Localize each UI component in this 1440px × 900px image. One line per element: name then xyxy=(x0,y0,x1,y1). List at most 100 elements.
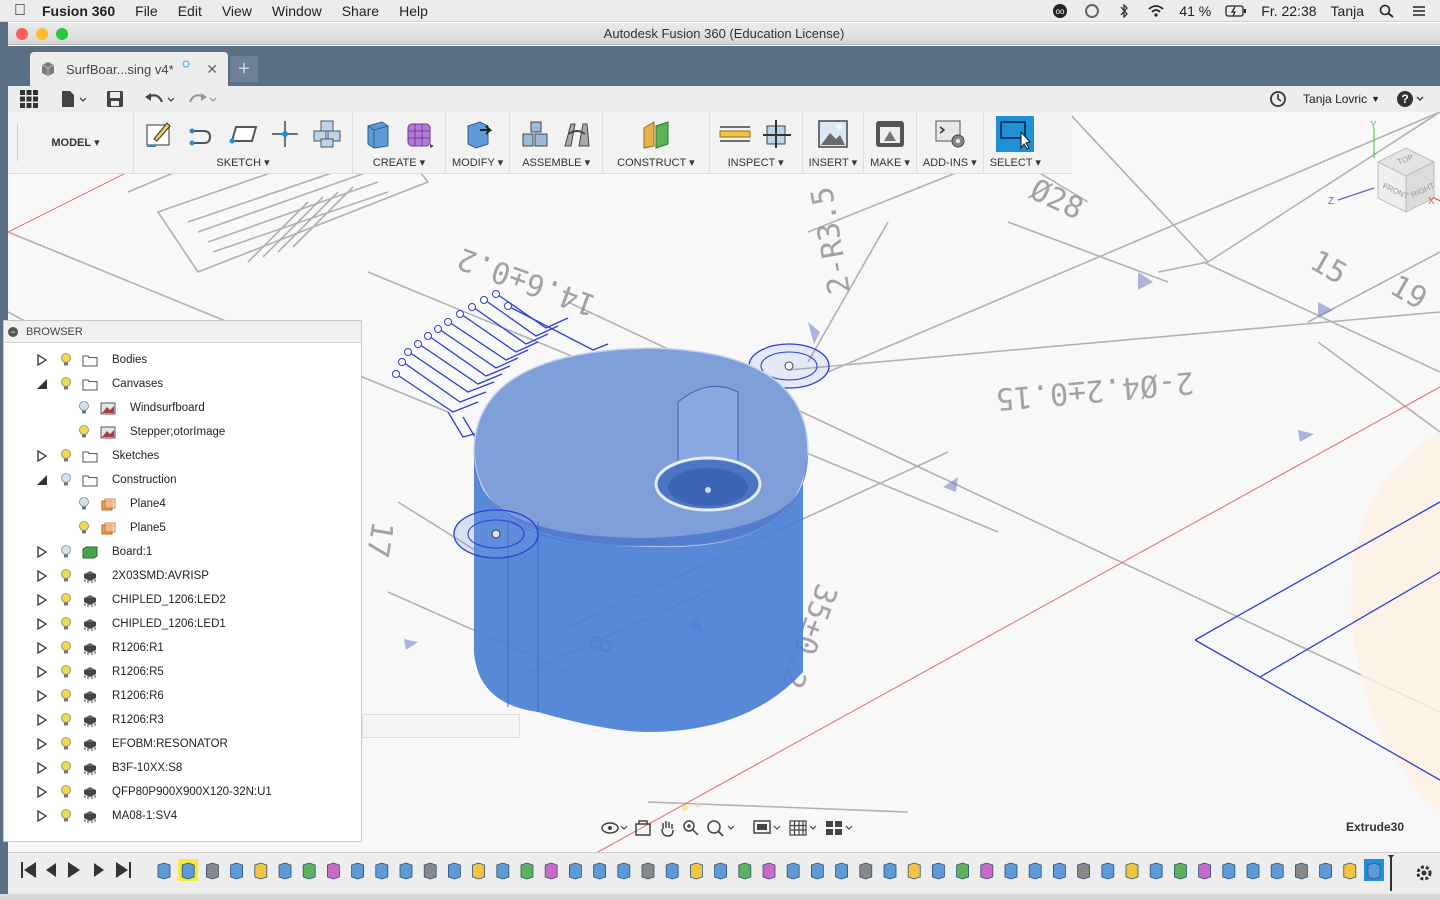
section-analysis-icon[interactable] xyxy=(758,116,796,152)
timeline-feature-icon[interactable] xyxy=(448,862,461,880)
mounting-hole-left[interactable] xyxy=(453,509,539,559)
expand-triangle-icon[interactable] xyxy=(36,618,48,630)
make-menu[interactable]: MAKE ▾ xyxy=(870,156,910,172)
timeline-feature-icon[interactable] xyxy=(472,862,485,880)
collapse-browser-icon[interactable]: − xyxy=(8,326,18,337)
display-settings-icon[interactable] xyxy=(752,818,782,838)
timeline-feature-icon[interactable] xyxy=(399,862,413,880)
menu-edit[interactable]: Edit xyxy=(168,3,212,19)
inspect-menu[interactable]: INSPECT ▾ xyxy=(728,156,784,172)
timeline-feature-icon[interactable] xyxy=(1270,862,1284,880)
visibility-bulb-icon[interactable] xyxy=(60,641,72,655)
browser-node[interactable]: Canvases xyxy=(36,373,163,395)
timeline-feature-icon[interactable] xyxy=(956,862,969,880)
construct-menu[interactable]: CONSTRUCT ▾ xyxy=(617,156,694,172)
document-tab[interactable]: SurfBoar...sing v4* ✕ xyxy=(30,52,228,86)
battery-icon[interactable] xyxy=(1225,4,1247,18)
spotlight-search-icon[interactable] xyxy=(1378,4,1396,18)
menu-view[interactable]: View xyxy=(212,3,262,19)
browser-node[interactable]: Stepper;otorImage xyxy=(78,421,225,443)
expand-triangle-icon[interactable] xyxy=(36,546,48,558)
timeline-feature-icon[interactable] xyxy=(811,862,824,880)
timeline-feature-icon[interactable] xyxy=(1198,862,1211,880)
browser-node[interactable]: Bodies xyxy=(36,349,147,371)
menu-window[interactable]: Window xyxy=(262,3,332,19)
joint-icon[interactable] xyxy=(558,116,596,152)
timeline-feature-icon[interactable] xyxy=(665,862,679,880)
expand-triangle-icon[interactable] xyxy=(36,666,48,678)
project-icon[interactable] xyxy=(308,116,346,152)
visibility-bulb-icon[interactable] xyxy=(78,425,90,439)
apple-icon[interactable]:  xyxy=(0,2,40,20)
timeline-feature-icon[interactable] xyxy=(1077,862,1090,880)
grid-settings-icon[interactable] xyxy=(788,818,818,838)
infinity-icon[interactable]: oo xyxy=(1051,3,1069,18)
visibility-bulb-icon[interactable] xyxy=(60,713,72,727)
step-back-icon[interactable] xyxy=(46,863,56,877)
look-at-icon[interactable] xyxy=(634,818,652,838)
scripts-icon[interactable] xyxy=(931,116,969,152)
new-tab-button[interactable]: + xyxy=(230,56,258,82)
assemble-menu[interactable]: ASSEMBLE ▾ xyxy=(522,156,590,172)
visibility-bulb-icon[interactable] xyxy=(60,569,72,583)
zoom-icon[interactable] xyxy=(682,818,700,838)
timeline-feature-icon[interactable] xyxy=(1364,859,1384,881)
timeline-feature-icon[interactable] xyxy=(1053,862,1066,880)
timeline-feature-icon[interactable] xyxy=(327,862,340,880)
visibility-bulb-icon[interactable] xyxy=(60,593,72,607)
browser-node[interactable]: CHIPLED_1206:LED2 xyxy=(36,589,226,611)
expand-triangle-icon[interactable] xyxy=(36,642,48,654)
timeline-feature-icon[interactable] xyxy=(738,862,752,880)
expand-triangle-icon[interactable] xyxy=(36,738,48,750)
workspace-switcher[interactable]: MODEL ▾ xyxy=(18,112,134,173)
collapse-triangle-icon[interactable] xyxy=(36,378,48,390)
visibility-bulb-icon[interactable] xyxy=(60,737,72,751)
timeline-feature-icon[interactable] xyxy=(423,862,437,880)
3d-print-icon[interactable] xyxy=(871,116,909,152)
create-menu[interactable]: CREATE ▾ xyxy=(373,156,425,172)
visibility-bulb-icon[interactable] xyxy=(78,497,90,511)
timeline-feature-icon[interactable] xyxy=(690,862,703,880)
browser-node[interactable]: QFP80P900X900X120-32N:U1 xyxy=(36,781,272,803)
timeline-feature-icon[interactable] xyxy=(254,862,268,880)
bluetooth-icon[interactable] xyxy=(1115,3,1133,18)
visibility-bulb-icon[interactable] xyxy=(60,449,72,463)
collapse-triangle-icon[interactable] xyxy=(36,474,48,486)
browser-node[interactable]: EFOBM:RESONATOR xyxy=(36,733,228,755)
expand-triangle-icon[interactable] xyxy=(36,762,48,774)
ribbon-grip[interactable] xyxy=(8,124,18,161)
creative-cloud-icon[interactable] xyxy=(1083,3,1101,18)
timeline-feature-icon[interactable] xyxy=(569,862,582,880)
timeline-feature-icon[interactable] xyxy=(178,859,199,881)
timeline-feature-icon[interactable] xyxy=(157,862,171,880)
expand-triangle-icon[interactable] xyxy=(36,354,48,366)
browser-node[interactable]: Plane5 xyxy=(78,517,166,539)
select-menu[interactable]: SELECT ▾ xyxy=(990,156,1041,172)
browser-node[interactable]: Sketches xyxy=(36,445,159,467)
press-pull-icon[interactable] xyxy=(459,116,497,152)
save-icon[interactable] xyxy=(100,88,130,110)
visibility-bulb-icon[interactable] xyxy=(60,809,72,823)
menu-help[interactable]: Help xyxy=(389,3,438,19)
insert-menu[interactable]: INSERT ▾ xyxy=(809,156,858,172)
timeline-feature-icon[interactable] xyxy=(907,862,921,880)
offset-plane-icon[interactable] xyxy=(637,116,675,152)
expand-triangle-icon[interactable] xyxy=(36,570,48,582)
browser-node[interactable]: R1206:R5 xyxy=(36,661,164,683)
extrude-icon[interactable] xyxy=(359,116,397,152)
wifi-icon[interactable] xyxy=(1147,4,1165,18)
timeline-feature-icon[interactable] xyxy=(1319,862,1332,880)
expand-triangle-icon[interactable] xyxy=(36,690,48,702)
browser-node[interactable]: Construction xyxy=(36,469,177,491)
timeline-feature-icon[interactable] xyxy=(1343,862,1357,880)
zoom-window-button[interactable] xyxy=(56,28,68,40)
expand-triangle-icon[interactable] xyxy=(36,450,48,462)
timeline-feature-icon[interactable] xyxy=(1028,862,1042,880)
timeline-feature-icon[interactable] xyxy=(593,862,606,880)
timeline-feature-icon[interactable] xyxy=(932,862,945,880)
timeline-feature-icon[interactable] xyxy=(980,862,994,880)
select-icon[interactable] xyxy=(996,116,1035,152)
point-icon[interactable] xyxy=(266,116,304,152)
browser-node[interactable]: Board:1 xyxy=(36,541,152,563)
menu-share[interactable]: Share xyxy=(332,3,389,19)
